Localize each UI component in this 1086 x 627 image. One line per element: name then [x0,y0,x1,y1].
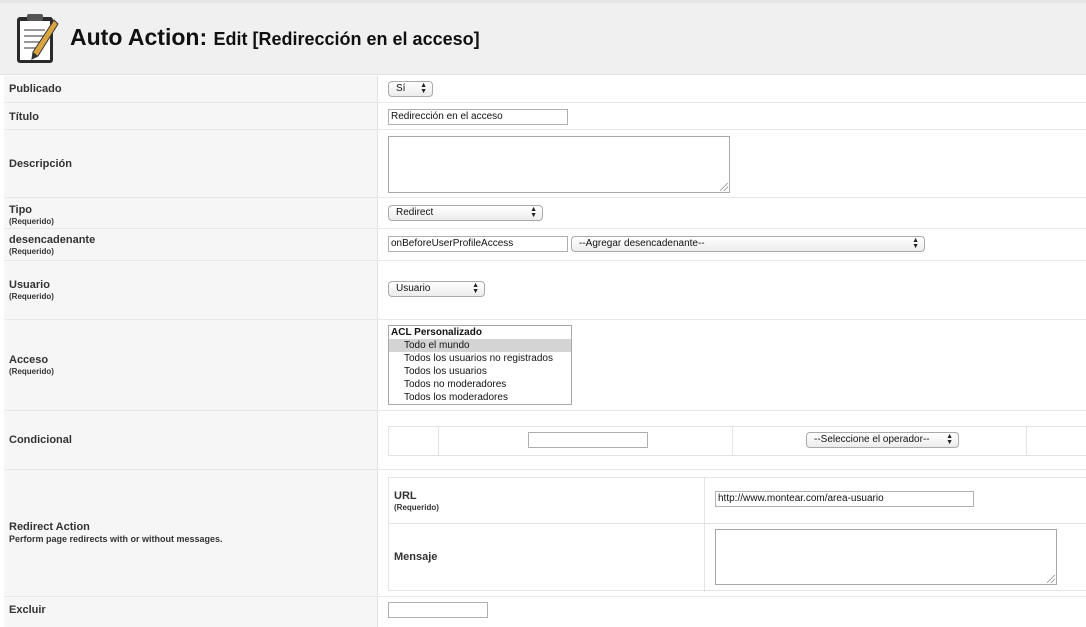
excluir-input[interactable] [388,602,488,618]
acceso-label-text: Acceso [9,354,49,366]
mensaje-label: Mensaje [394,551,438,563]
operator-select[interactable]: --Seleccione el operador-- ▲ ▼ [806,432,959,448]
row-descripcion: Descripción [4,130,1086,198]
acceso-option[interactable]: Todo el mundo [389,339,571,352]
row-desencadenante: desencadenante (Requerido) onBeforeUserP… [4,229,1086,261]
label-cell: Excluir [4,597,378,627]
condicional-field-input[interactable] [528,432,648,448]
row-redirect-action: Redirect Action Perform page redirects w… [4,470,1086,597]
row-acceso: Acceso (Requerido) ACL Personalizado Tod… [4,320,1086,411]
row-tipo: Tipo (Requerido) Redirect ▲ ▼ [4,198,1086,229]
acceso-option[interactable]: Todos los usuarios [389,365,571,378]
label-cell: Tipo (Requerido) [4,198,378,228]
select-arrows-icon: ▲ ▼ [530,206,537,219]
label-cell: Publicado [4,76,378,102]
resize-grip-icon[interactable] [720,183,728,191]
acceso-option[interactable]: Todos los usuarios no registrados [389,352,571,365]
descripcion-label: Descripción [9,158,72,170]
url-label: URL (Requerido) [394,490,439,512]
usuario-required: (Requerido) [9,292,54,301]
tipo-value: Redirect [396,207,434,218]
page-title-sub: Edit [Redirección en el acceso] [213,29,480,49]
select-arrows-icon: ▲ ▼ [472,282,479,295]
acceso-option[interactable]: Todos no moderadores [389,378,571,391]
condicional-table: --Seleccione el operador-- ▲ ▼ [388,426,1086,456]
usuario-value: Usuario [396,283,431,294]
acceso-required: (Requerido) [9,367,54,376]
redirect-subtable: URL (Requerido) http://www.montear.com/a… [388,477,1086,592]
titulo-label: Título [9,111,39,123]
tipo-select[interactable]: Redirect ▲ ▼ [388,205,543,221]
add-trigger-value: --Agregar desencadenante-- [579,238,705,249]
acceso-listbox[interactable]: ACL Personalizado Todo el mundo Todos lo… [388,325,572,405]
titulo-input[interactable]: Redirección en el acceso [388,109,568,125]
label-cell: Usuario (Requerido) [4,261,378,319]
tipo-required: (Requerido) [9,217,54,226]
redirect-label-text: Redirect Action [9,521,90,533]
publicado-label: Publicado [9,83,62,95]
notepad-edit-icon [17,14,59,63]
usuario-label: Usuario (Requerido) [9,279,54,301]
redirect-label: Redirect Action Perform page redirects w… [9,521,223,544]
divider [389,523,1086,524]
row-titulo: Título Redirección en el acceso [4,103,1086,130]
trigger-label-text: desencadenante [9,234,96,246]
label-cell: Título [4,103,378,129]
url-input[interactable]: http://www.montear.com/area-usuario [715,491,974,507]
usuario-select[interactable]: Usuario ▲ ▼ [388,281,485,297]
publicado-value: Sí [396,83,406,94]
acceso-label: Acceso (Requerido) [9,354,54,376]
excluir-label: Excluir [9,604,46,616]
condicional-label: Condicional [9,434,72,446]
trigger-label: desencadenante (Requerido) [9,234,95,256]
operator-value: --Seleccione el operador-- [814,434,930,445]
tipo-label: Tipo (Requerido) [9,204,54,226]
url-required: (Requerido) [394,503,439,512]
row-publicado: Publicado Sí ▲ ▼ [4,76,1086,103]
label-cell: Redirect Action Perform page redirects w… [4,470,378,596]
row-condicional: Condicional --Seleccione el operador-- ▲… [4,411,1086,470]
select-arrows-icon: ▲ ▼ [912,237,919,250]
page-header: Auto Action: Edit [Redirección en el acc… [0,3,1086,75]
page-title-main: Auto Action: [70,24,208,50]
select-arrows-icon: ▲ ▼ [946,433,953,446]
trigger-input[interactable]: onBeforeUserProfileAccess [388,236,568,252]
select-arrows-icon: ▲ ▼ [420,82,427,95]
mensaje-textarea[interactable] [715,529,1057,585]
label-cell: Condicional [4,411,378,469]
resize-grip-icon[interactable] [1047,575,1055,583]
redirect-description: Perform page redirects with or without m… [9,534,223,544]
url-label-text: URL [394,490,417,502]
label-cell: desencadenante (Requerido) [4,229,378,260]
acceso-option[interactable]: Todos los moderadores [389,391,571,404]
row-usuario: Usuario (Requerido) Usuario ▲ ▼ [4,261,1086,320]
descripcion-textarea[interactable] [388,136,730,193]
label-cell: Descripción [4,130,378,197]
add-trigger-select[interactable]: --Agregar desencadenante-- ▲ ▼ [571,236,925,252]
label-cell: Acceso (Requerido) [4,320,378,410]
condicional-cell [389,427,439,455]
usuario-label-text: Usuario [9,279,50,291]
trigger-required: (Requerido) [9,247,54,256]
tipo-label-text: Tipo [9,204,33,216]
page-title: Auto Action: Edit [Redirección en el acc… [70,24,480,51]
acceso-optgroup: ACL Personalizado [391,327,482,338]
row-excluir: Excluir [4,597,1086,627]
publicado-select[interactable]: Sí ▲ ▼ [388,81,433,97]
